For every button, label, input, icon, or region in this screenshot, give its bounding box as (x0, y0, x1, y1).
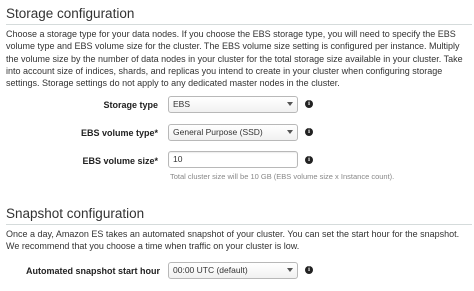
storage-section-title: Storage configuration (6, 6, 135, 21)
volume-size-label: EBS volume size* (82, 156, 158, 166)
storage-divider (6, 24, 472, 25)
volume-size-hint: Total cluster size will be 10 GB (EBS vo… (170, 172, 395, 181)
volume-type-select[interactable]: General Purpose (SSD) (168, 124, 298, 141)
info-icon[interactable]: i (305, 100, 313, 108)
chevron-down-icon (287, 130, 293, 134)
snapshot-divider (6, 224, 472, 225)
info-icon[interactable]: i (305, 128, 313, 136)
storage-type-label: Storage type (103, 100, 158, 110)
volume-type-label: EBS volume type* (80, 128, 158, 138)
chevron-down-icon (287, 102, 293, 106)
chevron-down-icon (287, 268, 293, 272)
storage-description: Choose a storage type for your data node… (6, 29, 463, 89)
storage-type-value: EBS (173, 99, 191, 109)
snapshot-start-hour-value: 00:00 UTC (default) (173, 265, 248, 275)
snapshot-start-hour-label: Automated snapshot start hour (25, 266, 160, 276)
storage-type-select[interactable]: EBS (168, 96, 298, 113)
info-icon[interactable]: i (305, 266, 313, 274)
snapshot-section-title: Snapshot configuration (6, 206, 145, 221)
info-icon[interactable]: i (305, 156, 313, 164)
snapshot-description: Once a day, Amazon ES takes an automated… (6, 229, 460, 252)
snapshot-start-hour-select[interactable]: 00:00 UTC (default) (168, 262, 298, 279)
volume-type-value: General Purpose (SSD) (173, 127, 263, 137)
volume-size-value: 10 (173, 154, 183, 164)
volume-size-input[interactable]: 10 (168, 151, 298, 168)
